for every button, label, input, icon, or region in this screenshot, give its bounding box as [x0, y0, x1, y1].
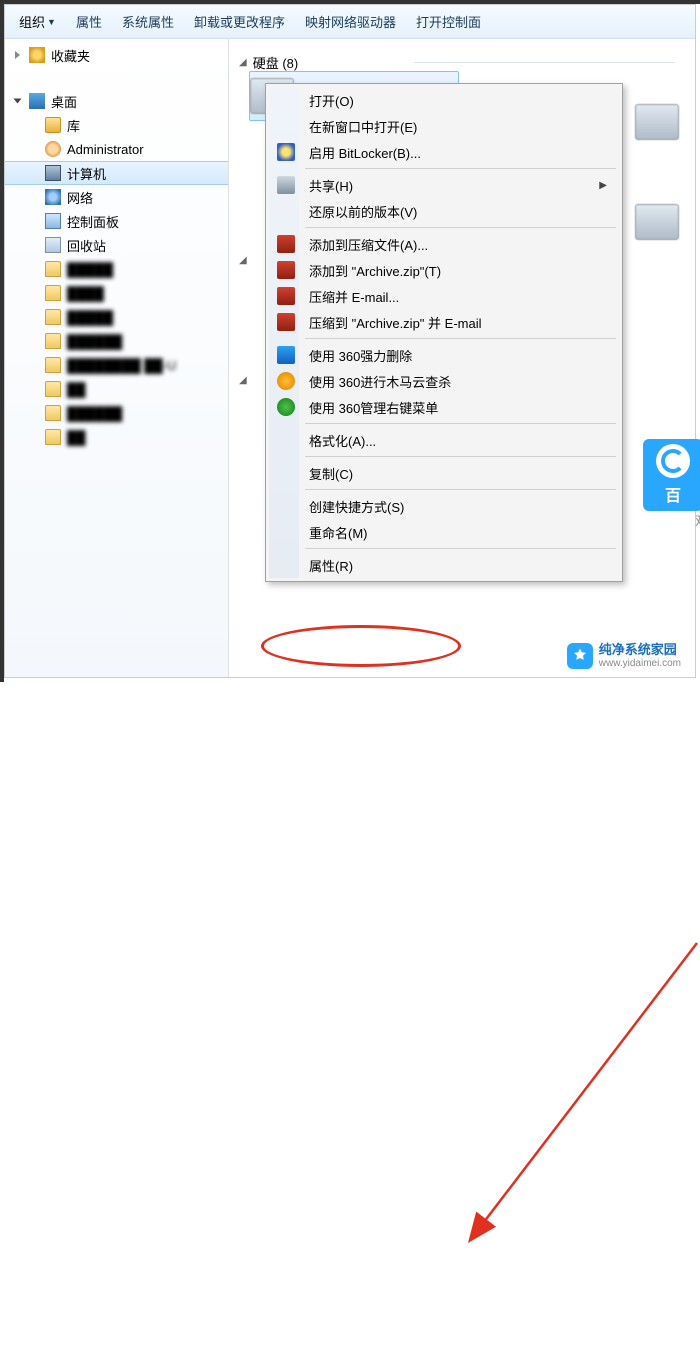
folder-icon: [45, 429, 61, 445]
separator: [305, 456, 616, 457]
toolbar-controlpanel[interactable]: 打开控制面: [408, 8, 489, 35]
ctx-format[interactable]: 格式化(A)...: [269, 427, 619, 453]
sidebar-admin[interactable]: Administrator: [5, 137, 228, 161]
sidebar-folder[interactable]: ██: [5, 377, 228, 401]
sidebar-computer[interactable]: 计算机: [5, 161, 228, 185]
ctx-rar-add[interactable]: 添加到压缩文件(A)...: [269, 231, 619, 257]
ctx-rename[interactable]: 重命名(M): [269, 519, 619, 545]
library-icon: [45, 117, 61, 133]
ctx-360-delete[interactable]: 使用 360强力删除: [269, 342, 619, 368]
sidebar: 收藏夹 桌面 库 Administrator 计算机 网络 控制面板 回收站 █…: [5, 39, 229, 677]
sidebar-folder[interactable]: ██: [5, 425, 228, 449]
recycle-icon: [45, 237, 61, 253]
sidebar-desktop[interactable]: 桌面: [5, 89, 228, 113]
folder-icon: [45, 285, 61, 301]
folder-icon: [45, 261, 61, 277]
sidebar-folder[interactable]: █████: [5, 257, 228, 281]
ctx-360-scan[interactable]: 使用 360进行木马云查杀: [269, 368, 619, 394]
folder-icon: [45, 381, 61, 397]
drive-item[interactable]: [635, 97, 700, 147]
watermark-icon: [567, 643, 593, 669]
ctx-restore[interactable]: 还原以前的版本(V): [269, 198, 619, 224]
folder-icon: [45, 309, 61, 325]
separator: [305, 423, 616, 424]
sidebar-recycle[interactable]: 回收站: [5, 233, 228, 257]
drive-icon: [635, 104, 679, 140]
ctx-properties[interactable]: 属性(R): [269, 552, 619, 578]
archive-icon: [277, 261, 295, 279]
sidebar-folder[interactable]: ████████ ██-U: [5, 353, 228, 377]
ctx-bitlocker[interactable]: 启用 BitLocker(B)...: [269, 139, 619, 165]
toolbar-organize[interactable]: 组织▼: [11, 8, 64, 35]
sidebar-folder[interactable]: ██████: [5, 401, 228, 425]
toolbar-sysprops[interactable]: 系统属性: [114, 8, 182, 35]
separator: [305, 489, 616, 490]
sidebar-folder[interactable]: █████: [5, 305, 228, 329]
360-icon: [277, 346, 295, 364]
toolbar: 组织▼ 属性 系统属性 卸载或更改程序 映射网络驱动器 打开控制面: [5, 5, 695, 39]
toolbar-properties[interactable]: 属性: [68, 8, 110, 35]
computer-icon: [45, 165, 61, 181]
360-icon: [277, 398, 295, 416]
cloud-icon: [656, 444, 690, 478]
caret-down-icon: ◢: [239, 255, 247, 266]
sidebar-folder[interactable]: ████: [5, 281, 228, 305]
toolbar-mapdrive[interactable]: 映射网络驱动器: [297, 8, 404, 35]
user-icon: [45, 141, 61, 157]
drive-icon: [635, 204, 679, 240]
caret-down-icon: ◢: [239, 375, 247, 386]
folder-icon: [45, 405, 61, 421]
ctx-rar-zip[interactable]: 添加到 "Archive.zip"(T): [269, 257, 619, 283]
ctx-share[interactable]: 共享(H)▶: [269, 172, 619, 198]
caret-icon: [15, 51, 20, 59]
watermark: 纯净系统家园www.yidaimei.com: [567, 643, 681, 669]
drive-item[interactable]: [635, 197, 700, 247]
annotation-arrow: [5, 677, 700, 1359]
baidu-cloud-tile[interactable]: 百 双: [643, 439, 700, 511]
context-menu: 打开(O) 在新窗口中打开(E) 启用 BitLocker(B)... 共享(H…: [265, 83, 623, 582]
sidebar-folder[interactable]: ██████: [5, 329, 228, 353]
ctx-rar-mail[interactable]: 压缩并 E-mail...: [269, 283, 619, 309]
ctx-copy[interactable]: 复制(C): [269, 460, 619, 486]
sidebar-network[interactable]: 网络: [5, 185, 228, 209]
toolbar-uninstall[interactable]: 卸载或更改程序: [186, 8, 293, 35]
sidebar-favorites[interactable]: 收藏夹: [5, 43, 228, 67]
ctx-open-new-window[interactable]: 在新窗口中打开(E): [269, 113, 619, 139]
star-icon: [29, 47, 45, 63]
network-icon: [45, 189, 61, 205]
archive-icon: [277, 313, 295, 331]
chevron-down-icon: ▼: [47, 17, 56, 27]
caret-icon: [14, 99, 22, 104]
ctx-rar-zipmail[interactable]: 压缩到 "Archive.zip" 并 E-mail: [269, 309, 619, 335]
360-icon: [277, 372, 295, 390]
desktop-icon: [29, 93, 45, 109]
caret-down-icon: ◢: [239, 57, 247, 68]
folder-icon: [45, 357, 61, 373]
separator: [305, 227, 616, 228]
separator: [305, 548, 616, 549]
ctx-shortcut[interactable]: 创建快捷方式(S): [269, 493, 619, 519]
divider: [414, 62, 675, 63]
ctx-360-menu[interactable]: 使用 360管理右键菜单: [269, 394, 619, 420]
submenu-arrow-icon: ▶: [599, 180, 607, 191]
ctx-open[interactable]: 打开(O): [269, 87, 619, 113]
sidebar-controlpanel[interactable]: 控制面板: [5, 209, 228, 233]
folder-icon: [45, 333, 61, 349]
separator: [305, 168, 616, 169]
archive-icon: [277, 287, 295, 305]
controlpanel-icon: [45, 213, 61, 229]
shield-icon: [277, 143, 295, 161]
archive-icon: [277, 235, 295, 253]
separator: [305, 338, 616, 339]
share-icon: [277, 176, 295, 194]
sidebar-libraries[interactable]: 库: [5, 113, 228, 137]
